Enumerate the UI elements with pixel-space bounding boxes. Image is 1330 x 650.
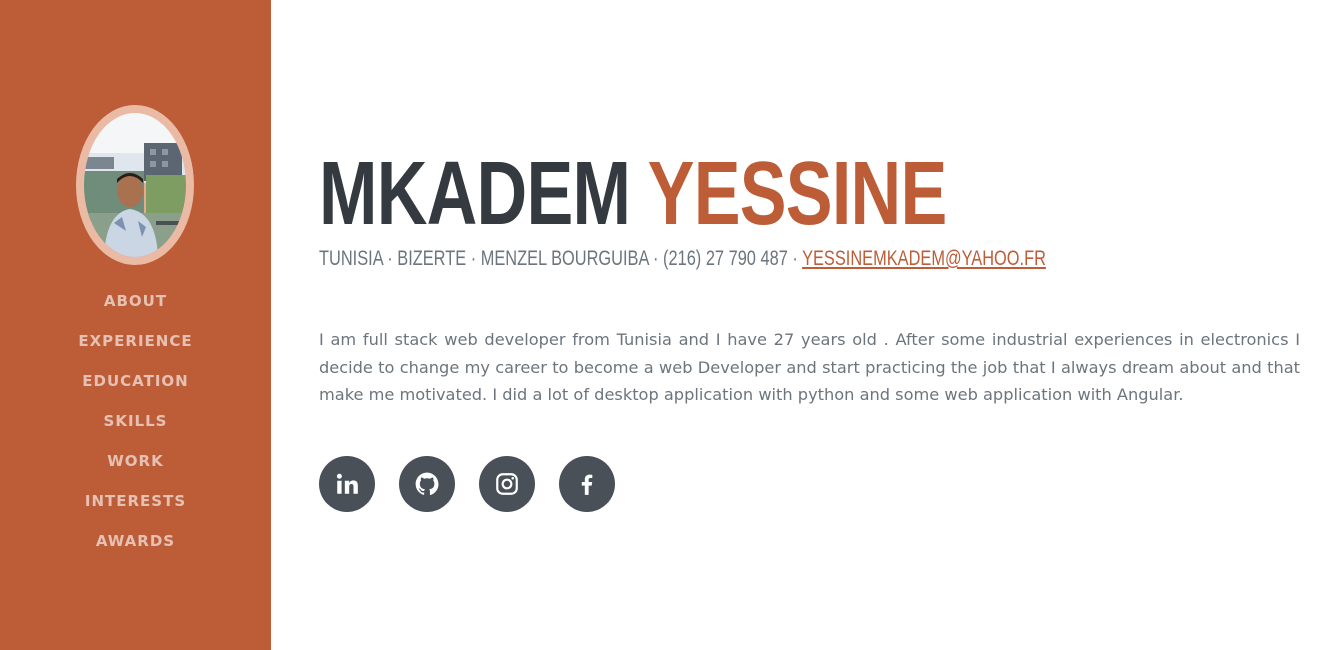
- nav-item-experience: Experience: [0, 321, 271, 361]
- github-button[interactable]: [399, 456, 455, 512]
- contact-line: Tunisia · Bizerte · Menzel Bourguiba · (…: [319, 244, 1046, 274]
- linkedin-icon: [336, 473, 358, 494]
- avatar: [76, 105, 194, 265]
- nav-link-education[interactable]: Education: [82, 372, 188, 390]
- instagram-icon: [496, 473, 518, 495]
- social-icons: [319, 456, 615, 512]
- profile-photo: [84, 113, 186, 257]
- nav-link-about[interactable]: About: [104, 292, 167, 310]
- first-name: Mkadem: [319, 144, 631, 244]
- nav-item-awards: Awards: [0, 521, 271, 561]
- facebook-icon: [581, 474, 593, 495]
- instagram-button[interactable]: [479, 456, 535, 512]
- sidebar-nav: About Experience Education Skills Work I…: [0, 281, 271, 561]
- last-name: Yessine: [647, 144, 948, 244]
- about-section: Mkadem Yessine Tunisia · Bizerte · Menze…: [319, 0, 1301, 650]
- nav-item-skills: Skills: [0, 401, 271, 441]
- about-text: I am full stack web developer from Tunis…: [319, 330, 1300, 404]
- nav-item-work: Work: [0, 441, 271, 481]
- nav-link-work[interactable]: Work: [107, 452, 163, 470]
- page-title: Mkadem Yessine: [319, 146, 947, 242]
- nav-link-experience[interactable]: Experience: [78, 332, 192, 350]
- nav-link-awards[interactable]: Awards: [96, 532, 175, 550]
- linkedin-button[interactable]: [319, 456, 375, 512]
- facebook-button[interactable]: [559, 456, 615, 512]
- nav-item-interests: Interests: [0, 481, 271, 521]
- sidebar: About Experience Education Skills Work I…: [0, 0, 271, 650]
- nav-item-about: About: [0, 281, 271, 321]
- github-icon: [415, 472, 439, 495]
- nav-link-skills[interactable]: Skills: [104, 412, 168, 430]
- nav-item-education: Education: [0, 361, 271, 401]
- contact-details: Tunisia · Bizerte · Menzel Bourguiba · (…: [319, 247, 803, 270]
- nav-link-interests[interactable]: Interests: [85, 492, 186, 510]
- email-link[interactable]: yessinemkadem@yahoo.fr: [802, 247, 1046, 270]
